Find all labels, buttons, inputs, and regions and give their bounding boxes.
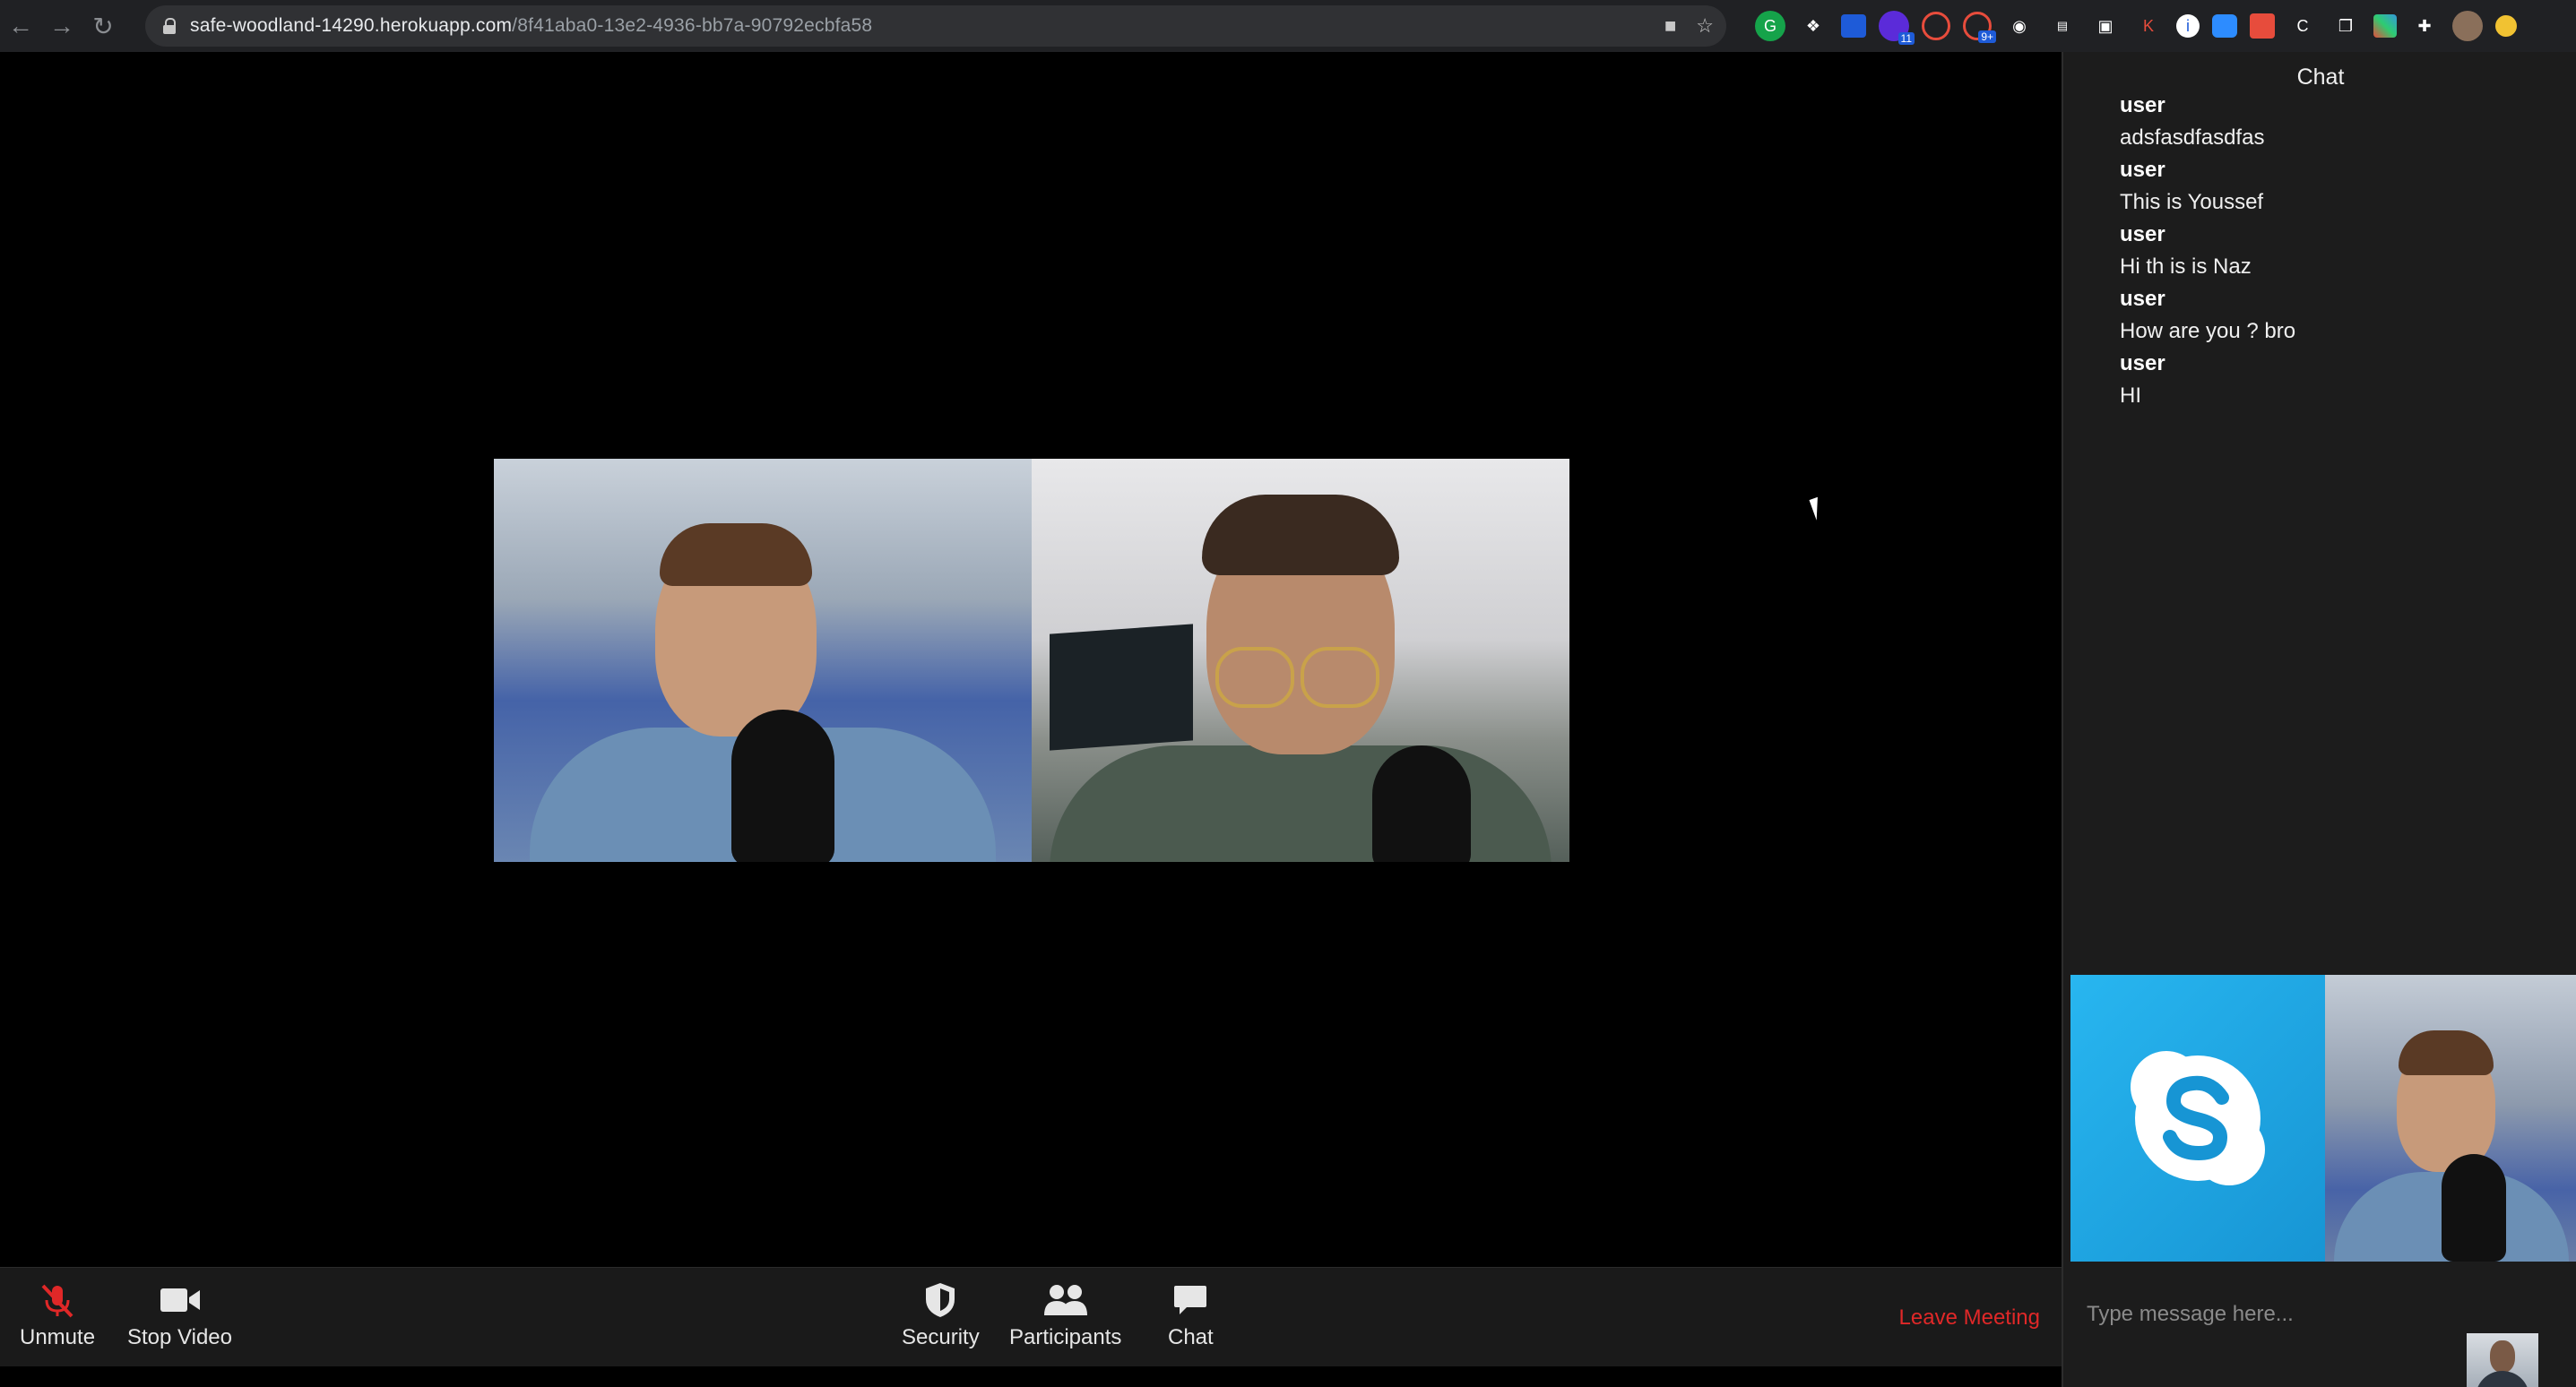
participants-button[interactable]: Participants (1009, 1280, 1121, 1350)
presenter-avatar (2467, 1333, 2538, 1387)
extension-icon[interactable]: K (2133, 11, 2164, 41)
extension-icon[interactable]: ▣ (2090, 11, 2121, 41)
message-text: adsfasdfasdfas (2120, 125, 2265, 150)
stop-video-label: Stop Video (127, 1325, 232, 1349)
unmute-label: Unmute (20, 1325, 96, 1349)
chat-bubble-icon (1172, 1280, 1208, 1320)
address-bar[interactable]: safe-woodland-14290.herokuapp.com/8f41ab… (145, 5, 1726, 47)
message-author: user (2120, 287, 2165, 311)
extensions-row: G ❖ 11 9+ ◉ ▤ ▣ K i C ❐ ✚ (1755, 11, 2517, 45)
bookmark-star-icon[interactable]: ☆ (1696, 14, 1714, 38)
self-view-thumbnails (2070, 975, 2576, 1262)
participant-video-tile (494, 459, 1032, 862)
extension-icon[interactable]: ▤ (2047, 11, 2078, 41)
meeting-toolbar: Unmute Stop Video Security Participants … (0, 1267, 2062, 1366)
extension-icon[interactable]: 9+ (1963, 12, 1996, 43)
security-button[interactable]: Security (902, 1280, 980, 1350)
shield-icon (924, 1280, 956, 1320)
message-author: user (2120, 351, 2165, 375)
chat-message: user Hi th is is Naz (2120, 219, 2295, 283)
extension-icon[interactable] (1841, 14, 1866, 38)
chat-message: user adsfasdfasdfas (2120, 90, 2295, 154)
skype-thumbnail (2070, 975, 2325, 1262)
extension-icon[interactable]: ❖ (1798, 11, 1828, 41)
message-text: Hi th is is Naz (2120, 254, 2252, 279)
grammarly-extension-icon[interactable]: G (1755, 11, 1785, 41)
camera-indicator-icon[interactable]: ■ (1664, 14, 1676, 38)
participant-video-tile (1032, 459, 1569, 862)
message-text: This is Youssef (2120, 190, 2264, 214)
extension-icon[interactable] (2373, 14, 2397, 38)
message-author: user (2120, 93, 2165, 117)
self-video-thumbnail (2325, 975, 2576, 1262)
extension-icon[interactable] (2495, 15, 2517, 37)
chat-label: Chat (1168, 1325, 1214, 1349)
leave-meeting-button[interactable]: Leave Meeting (1899, 1305, 2040, 1331)
unmute-button[interactable]: Unmute (20, 1280, 95, 1350)
chat-title: Chat (2296, 65, 2345, 90)
chat-message: user HI (2120, 348, 2295, 412)
reload-icon[interactable]: ↻ (82, 0, 124, 52)
screenshot-extension-icon[interactable]: ◉ (2004, 11, 2035, 41)
message-text: How are you ? bro (2120, 319, 2296, 343)
back-icon[interactable]: ← (0, 0, 41, 52)
profile-avatar[interactable] (2452, 11, 2483, 41)
lock-icon (163, 18, 176, 34)
chat-panel: Chat user adsfasdfasdfas user This is Yo… (2062, 52, 2576, 1387)
message-author: user (2120, 222, 2165, 246)
extension-icon[interactable] (1922, 12, 1950, 40)
forward-icon[interactable]: → (41, 0, 82, 52)
chat-message: user How are you ? bro (2120, 283, 2295, 348)
extension-icon[interactable]: 11 (1879, 11, 1915, 45)
stop-video-button[interactable]: Stop Video (127, 1280, 232, 1350)
browser-toolbar: ← → ↻ safe-woodland-14290.herokuapp.com/… (0, 0, 2576, 52)
video-camera-icon (159, 1280, 202, 1320)
extension-icon[interactable]: C (2287, 11, 2318, 41)
security-label: Security (902, 1325, 980, 1349)
message-text: HI (2120, 383, 2141, 408)
extension-icon[interactable]: ❐ (2330, 11, 2361, 41)
url-text: safe-woodland-14290.herokuapp.com/8f41ab… (190, 15, 873, 36)
puzzle-extensions-icon[interactable]: ✚ (2409, 11, 2440, 41)
skype-logo-icon (2131, 1051, 2265, 1185)
chat-button[interactable]: Chat (1168, 1280, 1214, 1350)
muted-microphone-icon (38, 1280, 77, 1320)
extension-icon[interactable]: i (2176, 14, 2200, 38)
chat-message-input[interactable] (2085, 1296, 2483, 1333)
message-author: user (2120, 158, 2165, 182)
chat-messages: user adsfasdfasdfas user This is Youssef… (2120, 90, 2295, 412)
extension-icon[interactable] (2250, 13, 2275, 39)
participants-label: Participants (1009, 1325, 1122, 1349)
participants-icon (1042, 1280, 1089, 1320)
chat-message: user This is Youssef (2120, 154, 2295, 219)
zoom-extension-icon[interactable] (2212, 14, 2237, 38)
